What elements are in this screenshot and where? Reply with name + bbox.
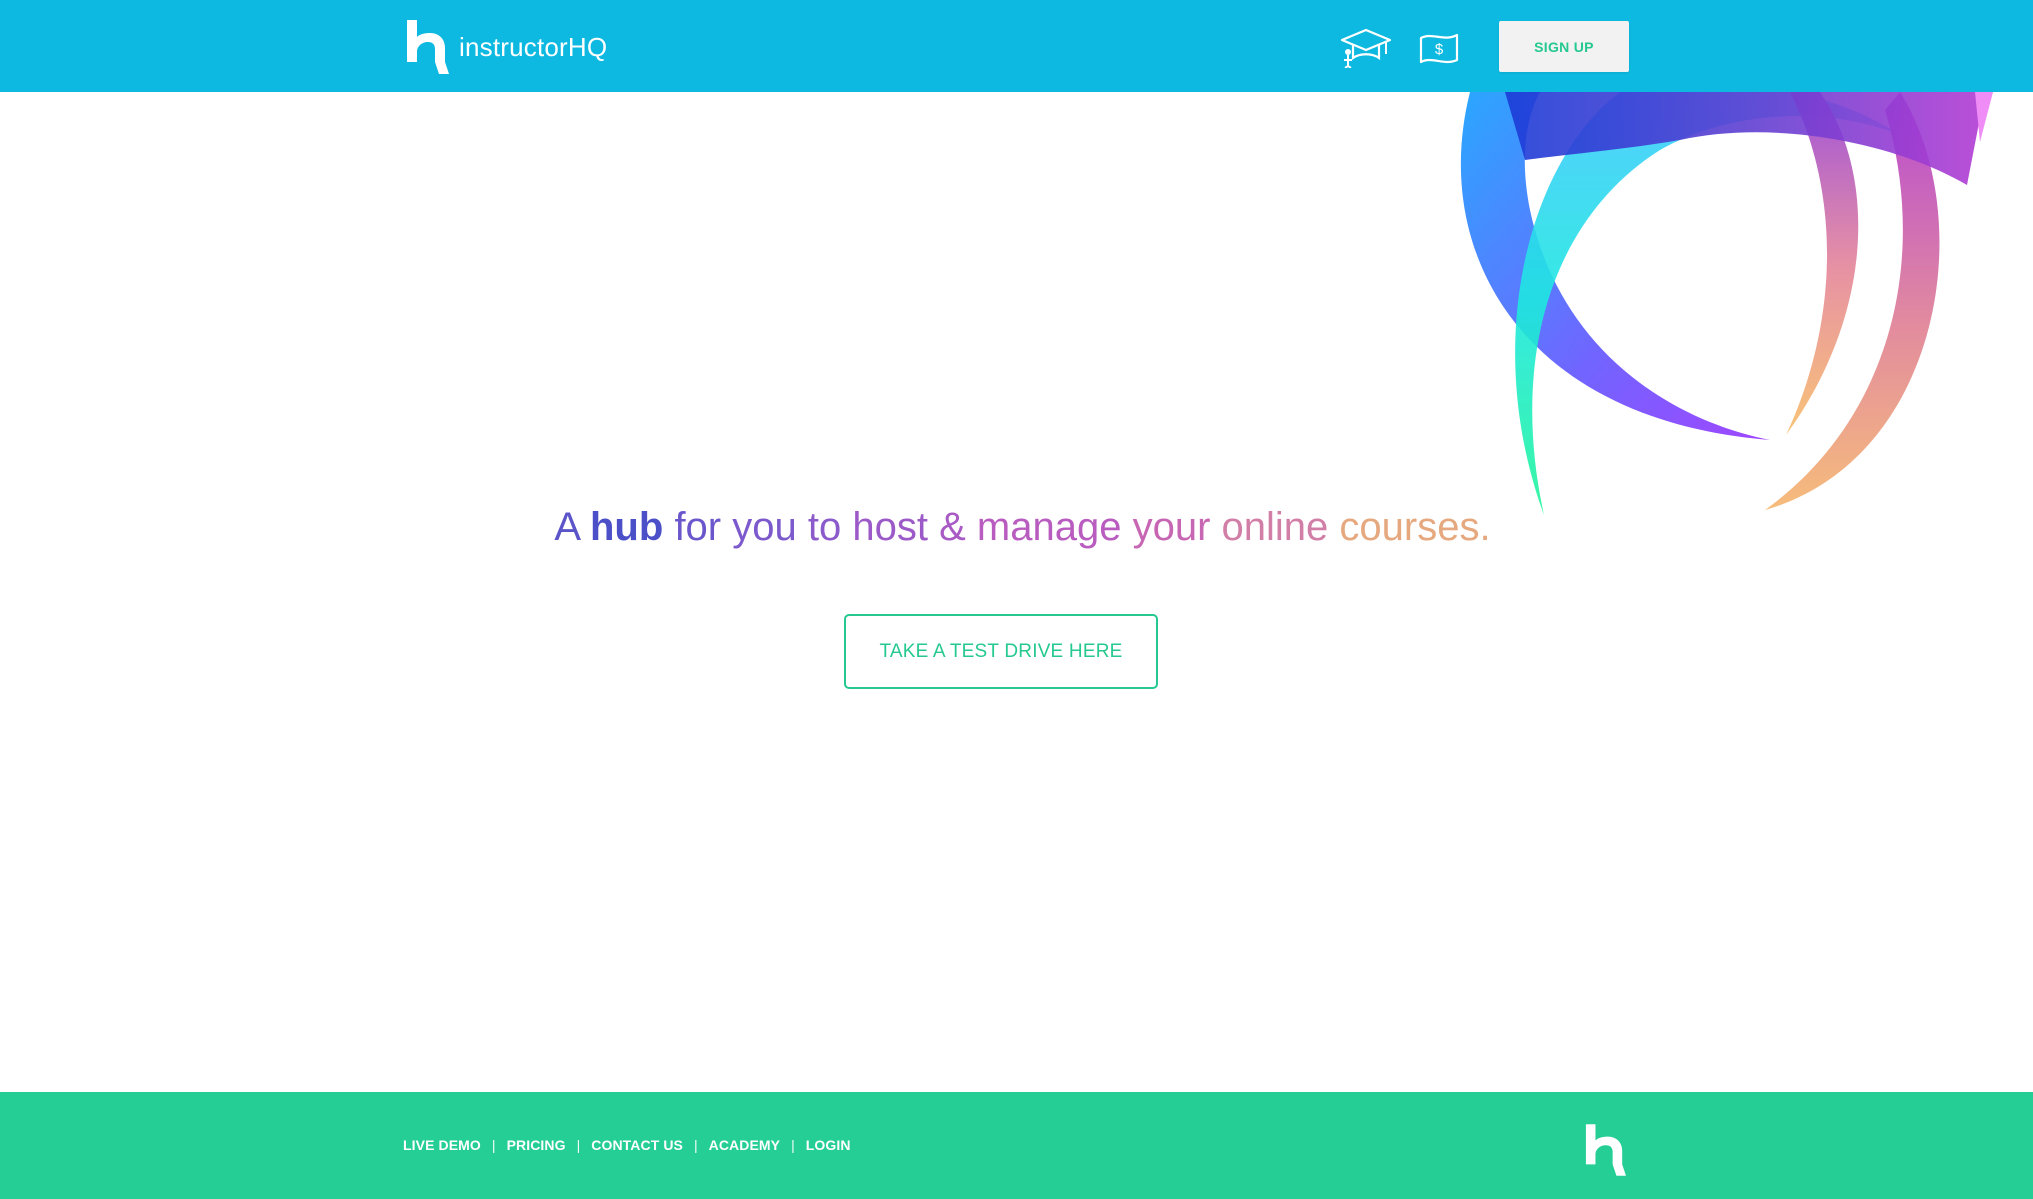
footer-separator: |: [693, 1137, 698, 1153]
footer-link-live-demo[interactable]: LIVE DEMO: [403, 1137, 481, 1153]
tagline-word: to: [807, 505, 842, 549]
tagline-word: your: [1132, 505, 1211, 549]
footer-link-academy[interactable]: ACADEMY: [709, 1137, 780, 1153]
tagline-word: host: [852, 505, 928, 549]
footer: LIVE DEMO | PRICING | CONTACT US | ACADEMY | LOG…: [0, 1092, 2033, 1199]
tagline-word: online: [1221, 505, 1329, 549]
footer-nav: LIVE DEMO | PRICING | CONTACT US | ACADEMY | LOG…: [403, 1137, 851, 1153]
footer-separator: |: [791, 1137, 795, 1153]
footer-logo-icon[interactable]: [1584, 1124, 1626, 1176]
top-navbar: instructorHQ $ SIGN UP: [0, 0, 2033, 92]
tagline-word: A: [554, 505, 579, 549]
brand-logo-link[interactable]: instructorHQ: [405, 20, 607, 74]
tagline-word: for: [674, 505, 722, 549]
footer-separator: |: [491, 1137, 496, 1153]
brand-name: instructorHQ: [459, 31, 608, 62]
tagline-word: manage: [976, 505, 1122, 549]
footer-separator: |: [576, 1137, 581, 1153]
footer-link-login[interactable]: LOGIN: [806, 1137, 851, 1153]
tagline-word: &: [939, 505, 966, 549]
hero-section: A hub for you to host & manage your onli…: [0, 505, 2033, 550]
page: instructorHQ $ SIGN UP A hub for you to …: [0, 0, 2033, 1199]
footer-link-contact-us[interactable]: CONTACT US: [591, 1137, 683, 1153]
test-drive-button[interactable]: TAKE A TEST DRIVE HERE: [844, 614, 1158, 689]
footer-link-pricing[interactable]: PRICING: [507, 1137, 566, 1153]
academy-icon[interactable]: [1340, 28, 1392, 68]
pricing-icon[interactable]: $: [1418, 29, 1460, 69]
sign-up-button[interactable]: SIGN UP: [1499, 21, 1629, 72]
tagline-word: hub: [590, 505, 664, 549]
tagline-word: courses.: [1339, 505, 1491, 549]
tagline-word: you: [732, 505, 797, 549]
svg-text:$: $: [1435, 41, 1444, 58]
hero-tagline: A hub for you to host & manage your onli…: [542, 505, 1490, 550]
instructorhq-logo-icon: [407, 20, 449, 74]
